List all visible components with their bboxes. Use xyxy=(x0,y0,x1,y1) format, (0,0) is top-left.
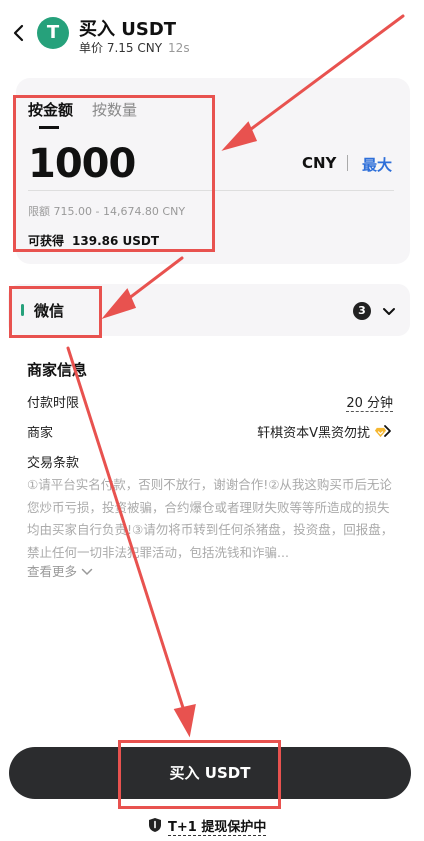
payment-count-badge: 3 xyxy=(353,302,371,320)
divider xyxy=(347,155,348,171)
chevron-down-icon[interactable] xyxy=(381,303,397,319)
terms-text: ①请平台实名付款，否则不放行，谢谢合作!②从我这购买币后无论您炒币亏损，投资被骗… xyxy=(27,477,394,560)
see-more-link[interactable]: 查看更多 xyxy=(27,561,93,580)
unit-price: 单价 7.15 CNY 12s xyxy=(79,39,190,56)
annotation-box-payment xyxy=(9,286,102,338)
merchant-label: 商家 xyxy=(27,426,54,441)
annotation-arrow-head xyxy=(173,704,196,738)
unit-price-text: 单价 7.15 CNY xyxy=(79,41,163,55)
merchant-name[interactable]: 轩棋资本V黑资勿扰 xyxy=(257,422,387,441)
tether-logo-glyph: T xyxy=(46,22,60,43)
see-more-label: 查看更多 xyxy=(27,564,78,579)
page-title: 买入 USDT xyxy=(79,19,177,40)
refresh-timer: 12s xyxy=(168,41,190,55)
shield-icon xyxy=(149,818,161,832)
currency-label: CNY xyxy=(302,154,337,172)
chevron-right-icon[interactable] xyxy=(381,424,393,438)
back-arrow-icon[interactable] xyxy=(8,22,30,44)
merchant-name-text: 轩棋资本V黑资勿扰 xyxy=(257,426,370,441)
tether-logo: T xyxy=(37,17,69,49)
protection-text: T+1 提现保护中 xyxy=(168,816,267,836)
payment-time-limit-label: 付款时限 xyxy=(27,396,80,411)
header: T 买入 USDT 单价 7.15 CNY 12s xyxy=(0,0,424,64)
payment-time-limit-value[interactable]: 20 分钟 xyxy=(346,392,393,412)
chevron-down-icon xyxy=(81,568,93,576)
annotation-box-buy xyxy=(118,740,281,809)
terms-label: 交易条款 xyxy=(27,456,80,471)
merchant-info-title: 商家信息 xyxy=(27,361,88,379)
annotation-box-amount xyxy=(13,95,215,252)
max-button[interactable]: 最大 xyxy=(362,154,392,175)
